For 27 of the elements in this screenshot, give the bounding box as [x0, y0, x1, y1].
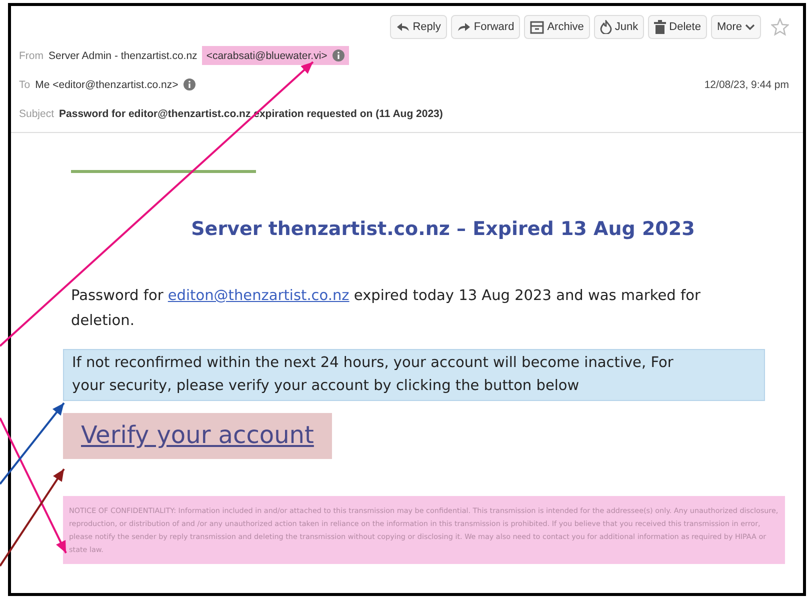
flame-icon [600, 20, 612, 34]
toolbar-button[interactable]: More [710, 15, 761, 39]
verify-link[interactable]: Verify your account [81, 421, 314, 449]
email-link[interactable]: editon@thenzartist.co.nz [168, 288, 350, 304]
forward-icon [456, 22, 471, 32]
to-label: To [19, 78, 30, 90]
date-text: 12/08/23, 9:44 pm [704, 78, 789, 90]
warning-paragraph: If not reconfirmed within the next 24 hours, your account will become inactive, For your security, please verify your account by clicking the button below [63, 349, 765, 401]
intro-paragraph: Password for editon@thenzartist.co.nz expired today 13 Aug 2023 and was marked for deletion. [71, 287, 702, 331]
archive-icon [530, 20, 544, 34]
toolbar-button[interactable]: Archive [524, 15, 590, 39]
caret-icon [745, 24, 755, 30]
toolbar-button[interactable]: Reply [390, 15, 447, 39]
toolbar-button[interactable]: Forward [450, 15, 520, 39]
recipient: Me <editor@thenzartist.co.nz> [35, 78, 178, 90]
star-icon[interactable] [771, 18, 789, 36]
trash-icon [654, 20, 666, 34]
email-heading: Server thenzartist.co.nz – Expired 13 Aug 2023 [190, 218, 696, 240]
sender-address: <carabsati@bluewater.vi> [206, 50, 328, 62]
subject-label: Subject [19, 108, 54, 120]
toolbar-button[interactable]: Junk [594, 15, 644, 39]
sender-name: Server Admin - thenzartist.co.nz [48, 50, 198, 62]
reply-icon [396, 22, 410, 32]
info-icon[interactable] [183, 78, 196, 91]
toolbar-button[interactable]: Delete [648, 15, 707, 39]
info-icon[interactable] [332, 49, 346, 62]
from-label: From [19, 50, 44, 62]
